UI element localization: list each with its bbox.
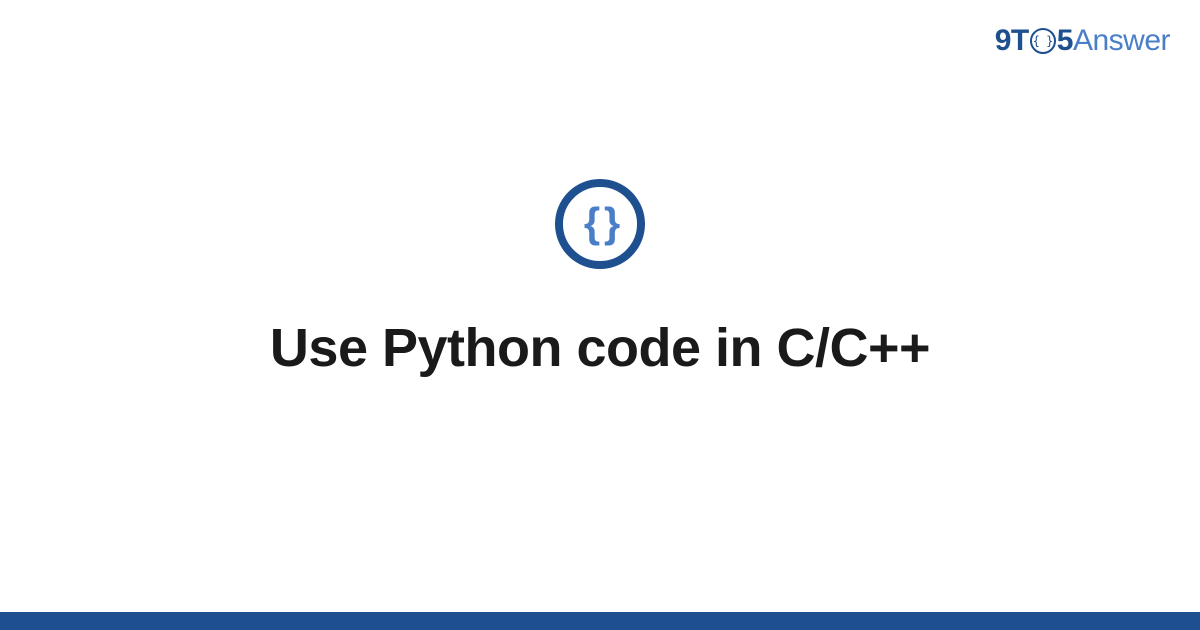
brand-text-answer: Answer bbox=[1073, 24, 1170, 58]
code-braces-icon: { } bbox=[555, 179, 645, 269]
brand-logo: 9T { } 5 Answer bbox=[995, 24, 1170, 58]
brand-text-9t: 9T bbox=[995, 24, 1029, 58]
bottom-accent-bar bbox=[0, 612, 1200, 630]
main-content: { } Use Python code in C/C++ bbox=[0, 179, 1200, 379]
brand-text-5: 5 bbox=[1057, 24, 1073, 58]
brand-o-icon: { } bbox=[1030, 28, 1056, 54]
brand-o-circle bbox=[1030, 28, 1056, 54]
code-braces-glyph: { } bbox=[584, 202, 616, 244]
page-title: Use Python code in C/C++ bbox=[270, 317, 930, 379]
